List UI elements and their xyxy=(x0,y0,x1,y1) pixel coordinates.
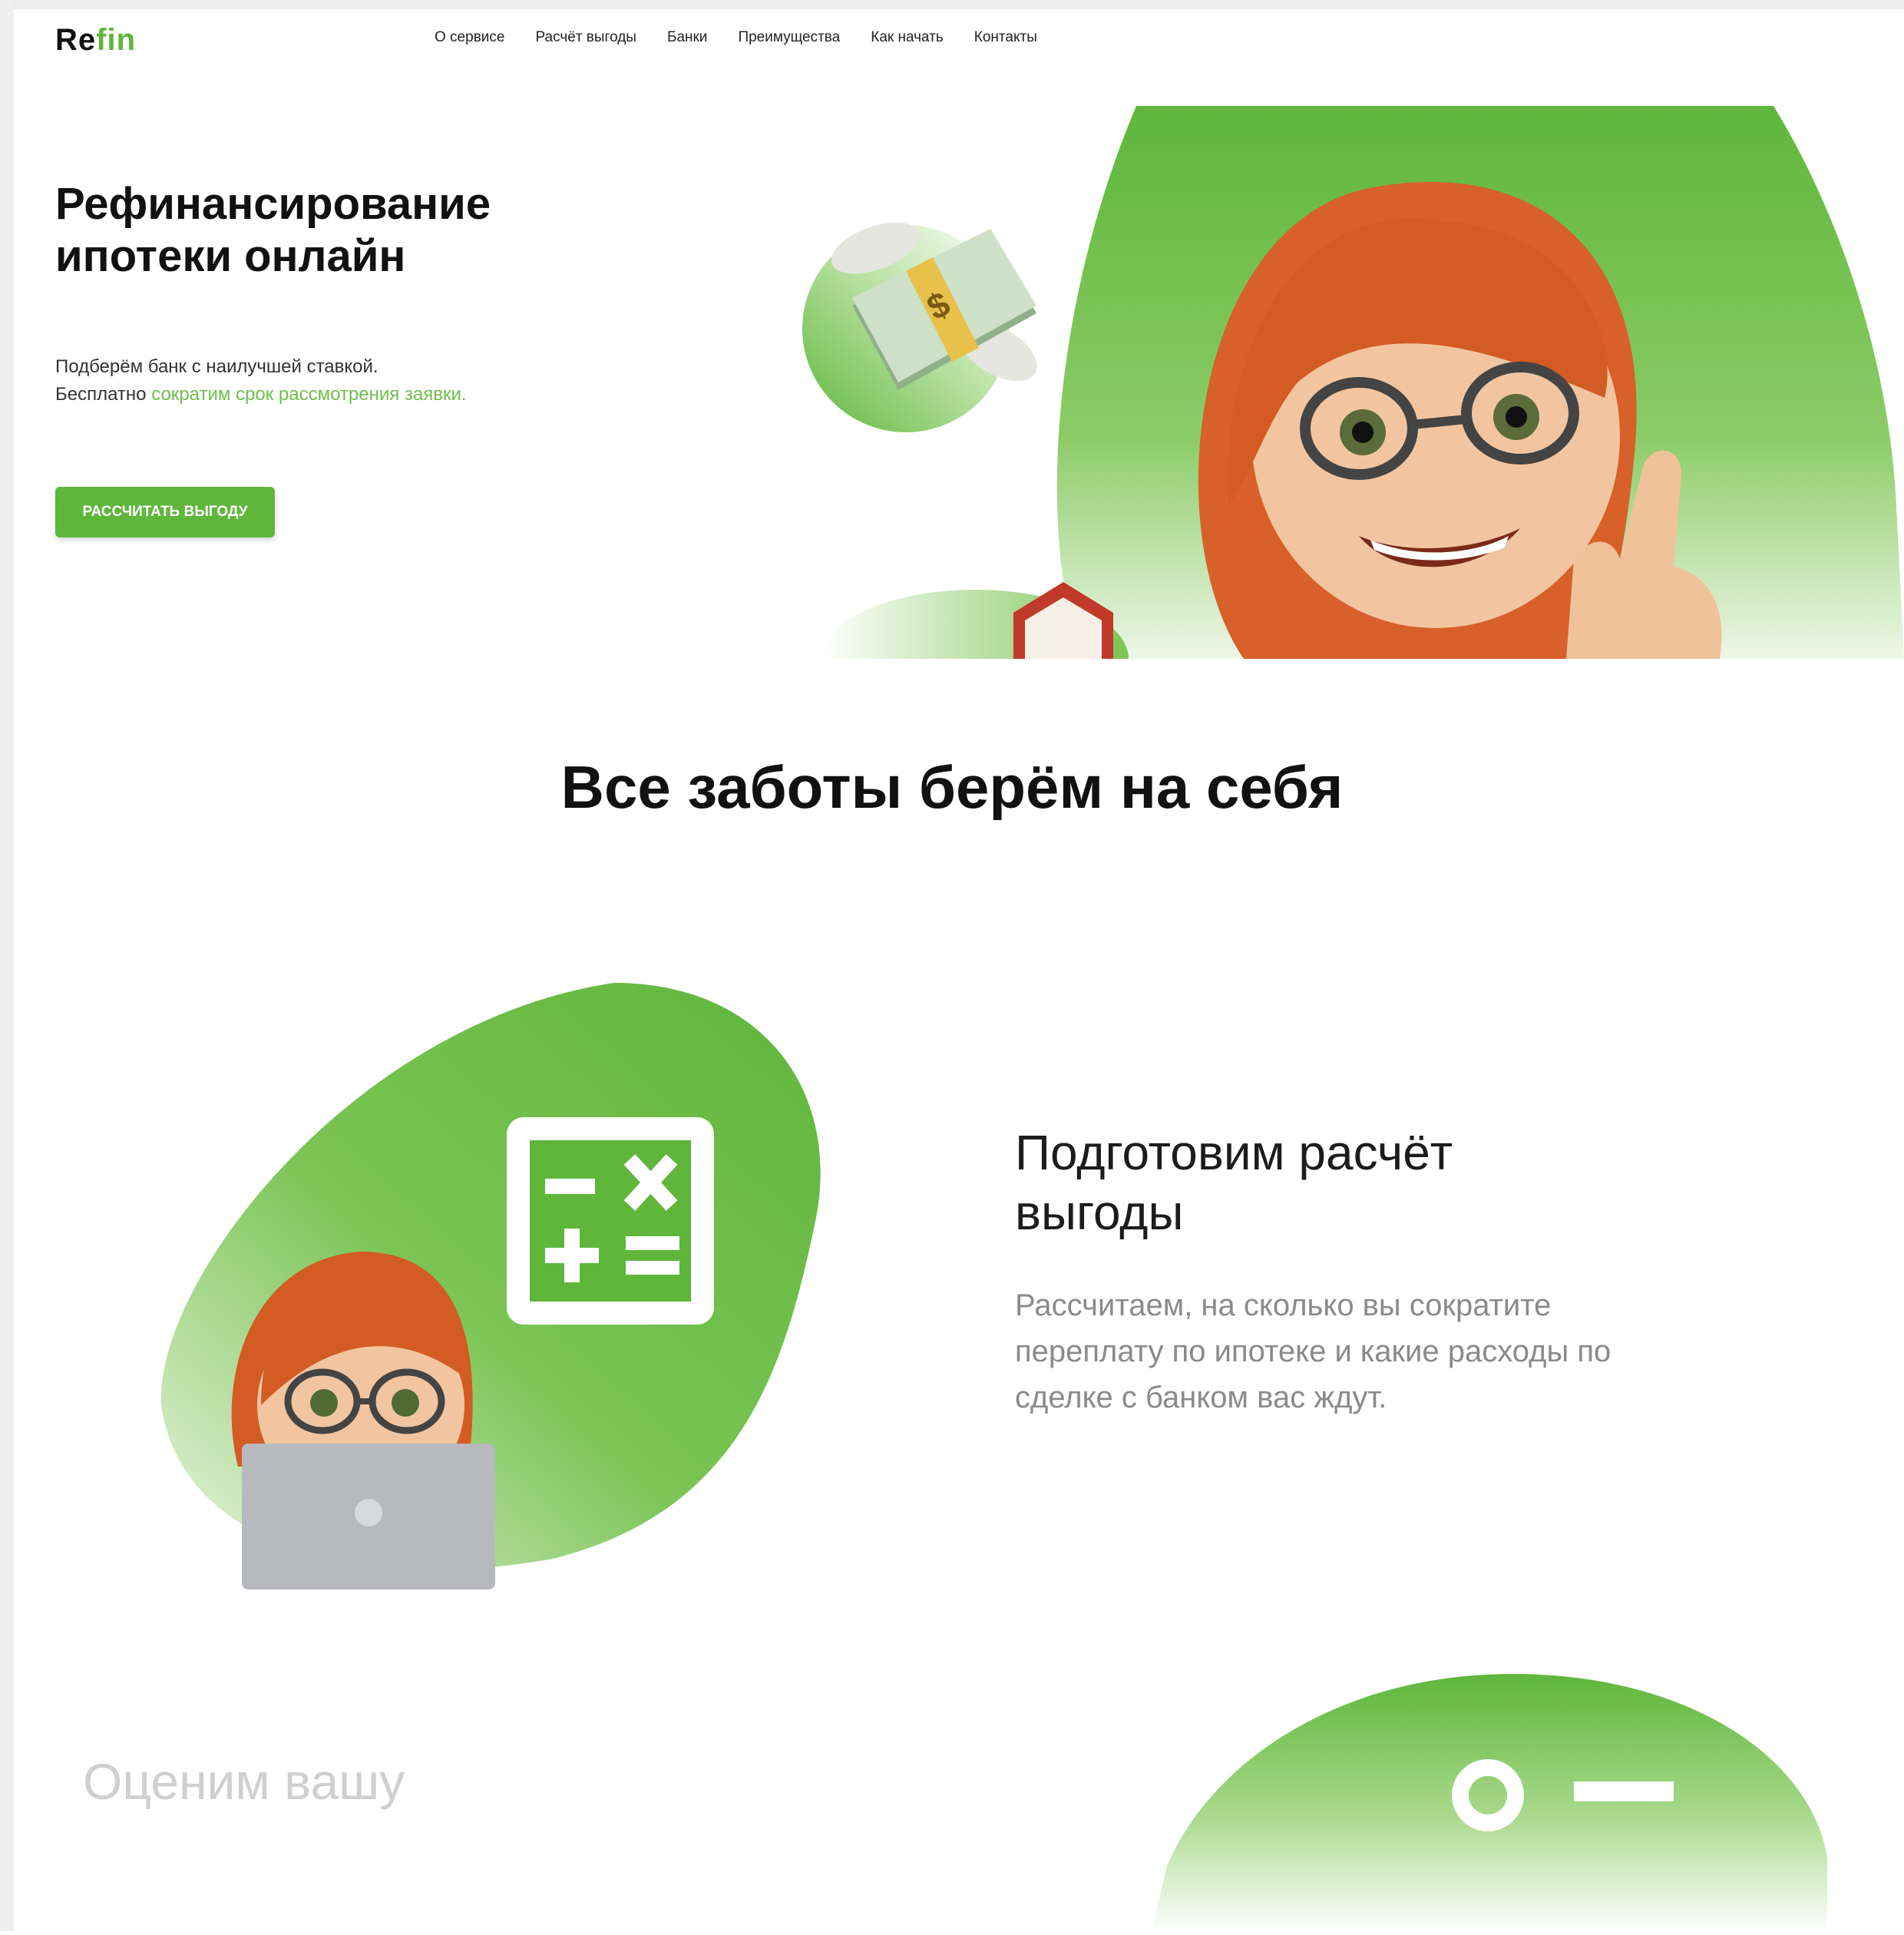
nav-item-how-to-start[interactable]: Как начать xyxy=(871,29,944,46)
hero-illustration: $ xyxy=(760,106,1904,659)
nav-item-calculation[interactable]: Расчёт выгоды xyxy=(535,29,636,46)
next-feature-title: Оценим вашу xyxy=(83,1753,405,1810)
logo[interactable]: Refin xyxy=(55,23,136,58)
logo-part-re: Re xyxy=(55,23,97,57)
hero-title-line1: Рефинансирование xyxy=(55,179,491,229)
hero-subtitle-line1: Подберём банк с наилучшей ставкой. xyxy=(55,356,378,377)
hero-subtitle: Подберём банк с наилучшей ставкой. Беспл… xyxy=(55,353,639,408)
logo-part-fin: fin xyxy=(96,23,137,57)
feature-illustration-svg xyxy=(160,983,821,1589)
nav-item-banks[interactable]: Банки xyxy=(667,29,707,46)
next-feature-minus-icon xyxy=(1574,1781,1674,1801)
nav-item-contacts[interactable]: Контакты xyxy=(974,29,1037,46)
hero-illustration-svg: $ xyxy=(802,106,1904,659)
next-feature-illustration-svg xyxy=(1152,1674,1827,1931)
nav-item-about[interactable]: О сервисе xyxy=(435,29,504,46)
next-feature-green-blob xyxy=(1152,1674,1827,1931)
next-feature-illustration xyxy=(1152,1666,1843,1931)
viewport-top-edge xyxy=(0,0,1904,9)
hero-title-line2: ипотеки онлайн xyxy=(55,231,406,281)
feature-illustration xyxy=(154,975,837,1589)
calculator-icon xyxy=(507,1117,714,1325)
viewport-left-edge xyxy=(0,0,14,1931)
calculate-benefit-button[interactable]: РАССЧИТАТЬ ВЫГОДУ xyxy=(55,487,275,538)
feature-description: Рассчитаем, на сколько вы сократите пере… xyxy=(1015,1288,1611,1414)
feature-title-line1: Подготовим расчёт xyxy=(1015,1125,1453,1180)
section-title: Все заботы берём на себя xyxy=(560,753,1344,821)
nav-item-advantages[interactable]: Преимущества xyxy=(738,29,840,46)
main-nav: О сервисе Расчёт выгоды Банки Преимущест… xyxy=(435,29,1037,46)
hero-title: Рефинансирование ипотеки онлайн xyxy=(55,178,608,283)
feature-title-line2: выгоды xyxy=(1015,1185,1184,1240)
hero-subtitle-plain: Бесплатно xyxy=(55,384,152,405)
hero-subtitle-highlight: сократим срок рассмотрения заявки. xyxy=(151,384,467,405)
feature-title: Подготовим расчёт выгоды xyxy=(1015,1123,1568,1242)
